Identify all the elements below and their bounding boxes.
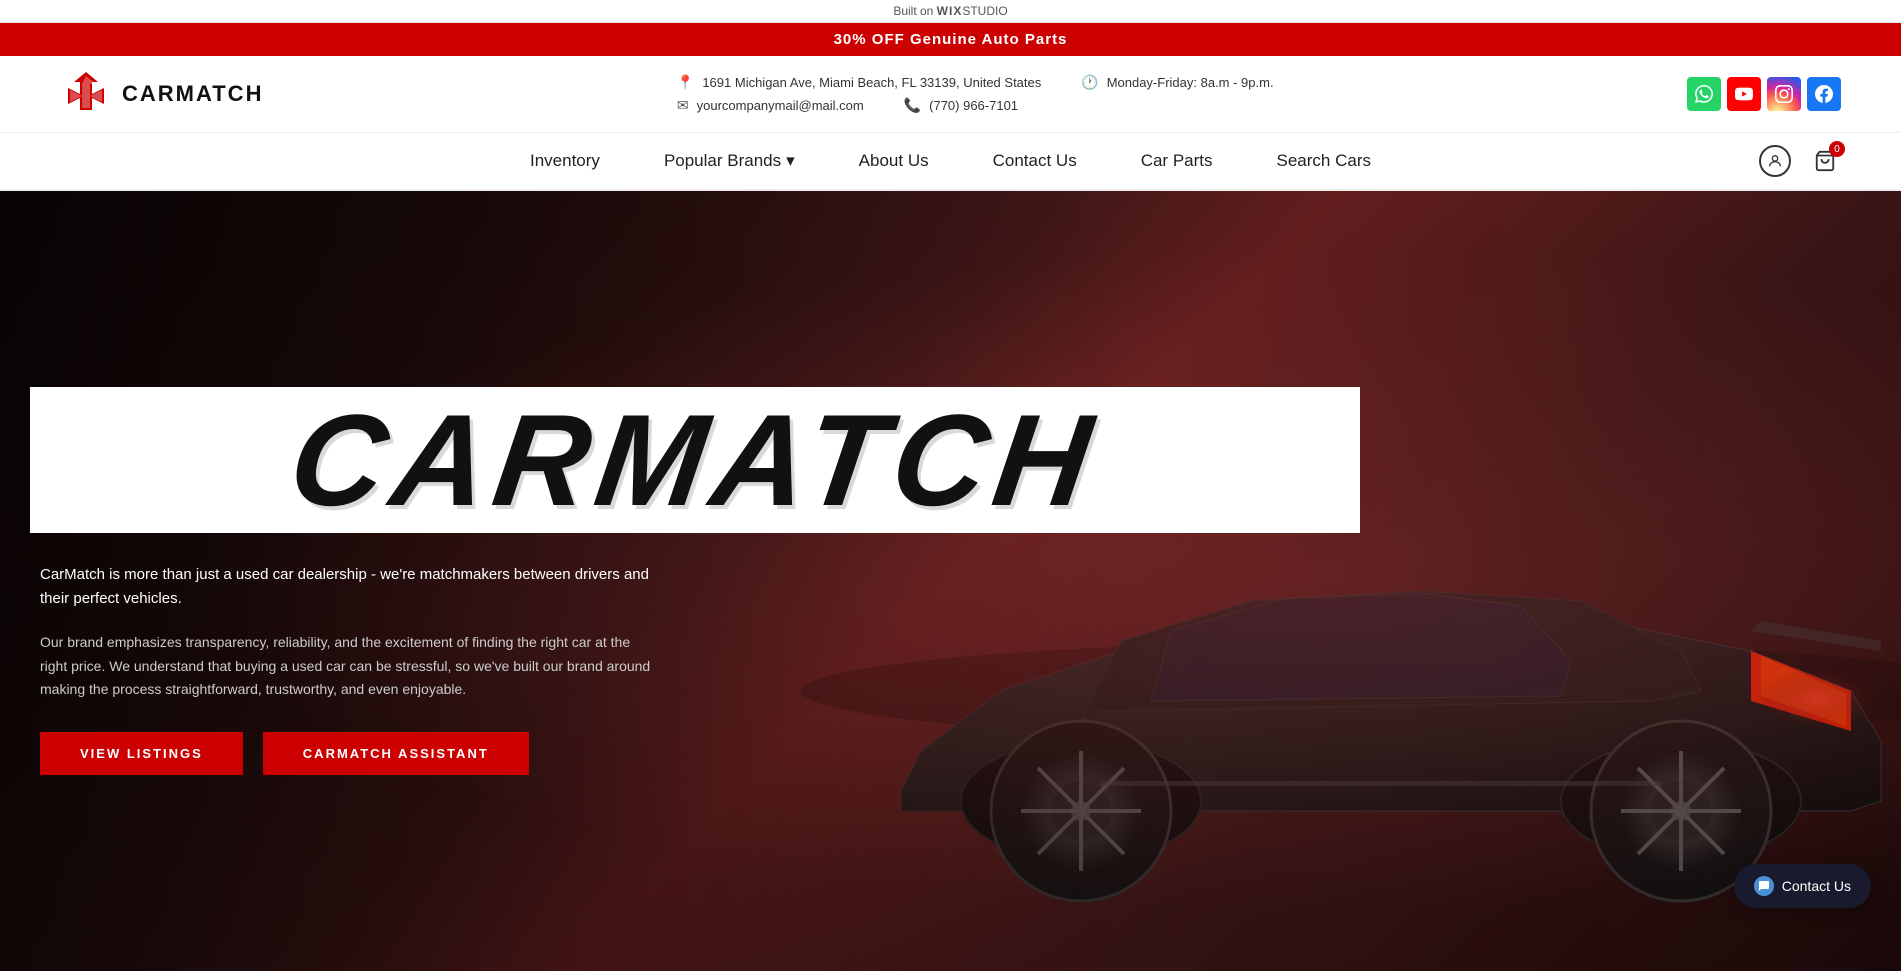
nav-car-parts-label: Car Parts [1141, 151, 1213, 171]
contact-float-button[interactable]: Contact Us [1734, 864, 1871, 908]
nav-popular-brands[interactable]: Popular Brands ▾ [632, 133, 827, 189]
chat-icon [1754, 876, 1774, 896]
wix-brand: WIX [937, 4, 963, 18]
wix-suffix: STUDIO [962, 4, 1007, 18]
header-info-row-1: 📍 1691 Michigan Ave, Miami Beach, FL 331… [677, 74, 1274, 91]
nav-popular-brands-label: Popular Brands [664, 151, 781, 171]
wix-topbar: Built on WIXSTUDIO [0, 0, 1901, 23]
promo-text: 30% OFF Genuine Auto Parts [834, 31, 1068, 48]
phone-text: (770) 966-7101 [929, 98, 1018, 113]
view-listings-button[interactable]: VIEW LISTINGS [40, 732, 243, 775]
main-nav: Inventory Popular Brands ▾ About Us Cont… [0, 133, 1901, 191]
nav-inventory[interactable]: Inventory [498, 133, 632, 189]
cart-icon[interactable]: 0 [1809, 145, 1841, 177]
contact-float-label: Contact Us [1782, 878, 1851, 894]
social-icons-group [1687, 77, 1841, 111]
nav-inventory-label: Inventory [530, 151, 600, 171]
site-header: CARMATCH 📍 1691 Michigan Ave, Miami Beac… [0, 56, 1901, 133]
header-contact-info: 📍 1691 Michigan Ave, Miami Beach, FL 331… [677, 74, 1274, 114]
cart-badge: 0 [1829, 141, 1845, 157]
logo-icon [60, 68, 112, 120]
carmatch-assistant-button[interactable]: CARMATCH ASSISTANT [263, 732, 529, 775]
email-icon: ✉ [677, 97, 689, 114]
email-text: yourcompanymail@mail.com [697, 98, 864, 113]
instagram-icon[interactable] [1767, 77, 1801, 111]
logo-text: CARMATCH [122, 81, 263, 107]
header-info-row-2: ✉ yourcompanymail@mail.com 📞 (770) 966-7… [677, 97, 1274, 114]
nav-search-cars[interactable]: Search Cars [1245, 133, 1403, 189]
nav-search-cars-label: Search Cars [1277, 151, 1371, 171]
chevron-down-icon: ▾ [786, 151, 795, 171]
youtube-icon[interactable] [1727, 77, 1761, 111]
hero-buttons: VIEW LISTINGS CARMATCH ASSISTANT [40, 732, 660, 775]
logo-area[interactable]: CARMATCH [60, 68, 263, 120]
phone-item: 📞 (770) 966-7101 [904, 97, 1018, 114]
address-text: 1691 Michigan Ave, Miami Beach, FL 33139… [702, 75, 1041, 90]
email-item: ✉ yourcompanymail@mail.com [677, 97, 864, 114]
nav-contact-us[interactable]: Contact Us [961, 133, 1109, 189]
hours-text: Monday-Friday: 8a.m - 9p.m. [1107, 75, 1274, 90]
nav-car-parts[interactable]: Car Parts [1109, 133, 1245, 189]
hero-brand-text: CARMATCH [283, 395, 1107, 525]
hero-content: CarMatch is more than just a used car de… [0, 533, 700, 775]
location-icon: 📍 [677, 74, 694, 91]
clock-icon: 🕐 [1081, 74, 1098, 91]
promo-bar: 30% OFF Genuine Auto Parts [0, 23, 1901, 56]
nav-right-actions: 0 [1759, 145, 1841, 177]
hero-paragraph-1: CarMatch is more than just a used car de… [40, 563, 660, 611]
nav-about-us-label: About Us [859, 151, 929, 171]
hero-paragraph-2: Our brand emphasizes transparency, relia… [40, 631, 660, 702]
user-account-icon[interactable] [1759, 145, 1791, 177]
nav-contact-us-label: Contact Us [993, 151, 1077, 171]
facebook-icon[interactable] [1807, 77, 1841, 111]
hero-section: CARMATCH CarMatch is more than just a us… [0, 191, 1901, 971]
phone-icon: 📞 [904, 97, 921, 114]
address-item: 📍 1691 Michigan Ave, Miami Beach, FL 331… [677, 74, 1041, 91]
nav-about-us[interactable]: About Us [827, 133, 961, 189]
hours-item: 🕐 Monday-Friday: 8a.m - 9p.m. [1081, 74, 1273, 91]
wix-prefix: Built on [893, 4, 936, 18]
whatsapp-icon[interactable] [1687, 77, 1721, 111]
hero-brand-box: CARMATCH [30, 387, 1360, 533]
